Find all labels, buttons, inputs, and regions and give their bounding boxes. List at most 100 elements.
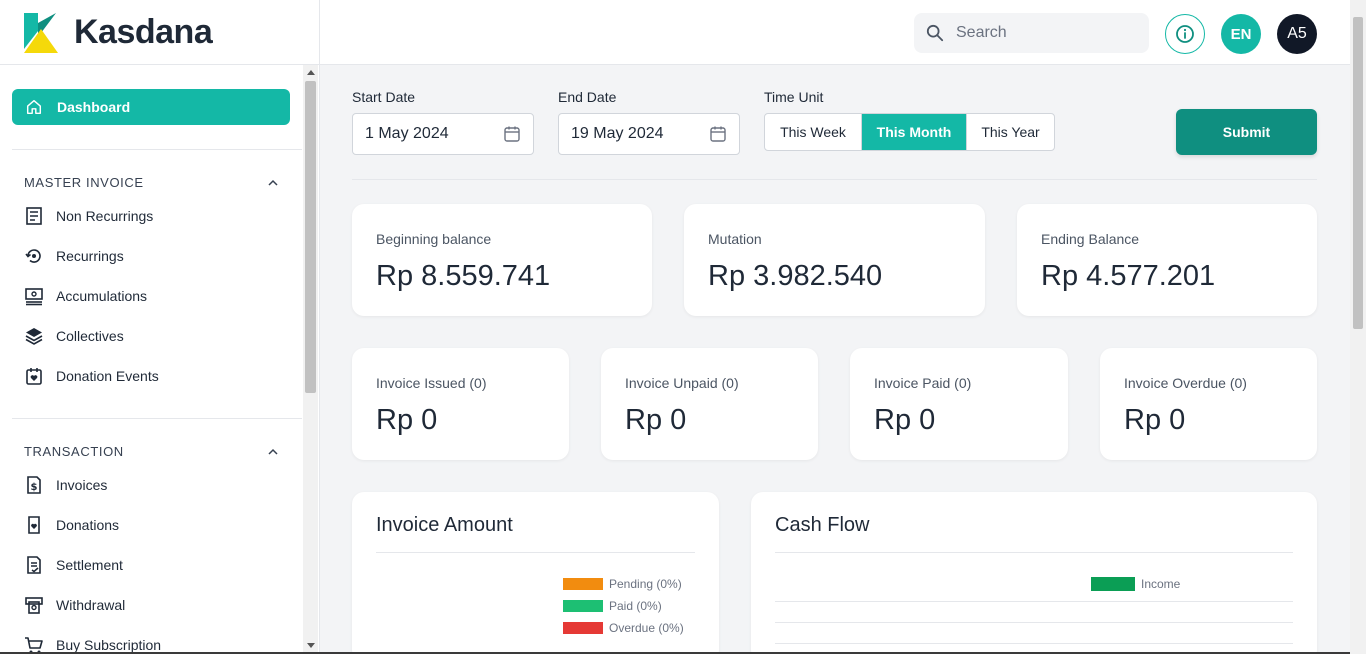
ending-balance-card: Ending Balance Rp 4.577.201: [1017, 204, 1317, 316]
legend-swatch: [1091, 577, 1135, 591]
sidebar-item-donations[interactable]: Donations: [24, 514, 119, 536]
sidebar-item-collectives[interactable]: Collectives: [24, 325, 124, 347]
withdrawal-icon: [25, 597, 43, 614]
card-value: Rp 3.982.540: [708, 260, 883, 292]
end-date-value: 19 May 2024: [571, 125, 664, 142]
chart-gridline: [775, 601, 1293, 602]
legend-swatch: [563, 600, 603, 612]
legend-paid[interactable]: Paid (0%): [563, 599, 662, 613]
sidebar-item-label: Donations: [56, 517, 120, 533]
panel-title: Cash Flow: [775, 514, 870, 536]
section-master-invoice[interactable]: MASTER INVOICE: [24, 175, 278, 190]
panel-title: Invoice Amount: [376, 514, 513, 536]
sidebar-scrollbar[interactable]: [303, 65, 318, 654]
card-value: Rp 0: [376, 404, 438, 436]
sidebar-item-label: Donation Events: [56, 368, 159, 384]
settlement-icon: [27, 556, 41, 574]
submit-button[interactable]: Submit: [1176, 109, 1317, 155]
section-title: TRANSACTION: [24, 444, 124, 459]
search-box[interactable]: [914, 13, 1149, 53]
sidebar-item-label: Recurrings: [56, 248, 124, 264]
donation-icon: [28, 516, 40, 534]
sidebar-item-label: Collectives: [56, 328, 124, 344]
receipt-icon: [26, 207, 42, 225]
layers-icon: [25, 328, 43, 345]
sidebar-item-buy-subscription[interactable]: Buy Subscription: [24, 634, 161, 654]
section-transaction[interactable]: TRANSACTION: [24, 444, 278, 459]
invoice-dollar-icon: $: [27, 476, 41, 494]
card-value: Rp 4.577.201: [1041, 260, 1216, 292]
legend-label: Paid (0%): [609, 599, 662, 613]
legend-label: Pending (0%): [609, 577, 682, 591]
kasdana-logo: [24, 12, 58, 53]
invoice-unpaid-card: Invoice Unpaid (0) Rp 0: [601, 348, 818, 460]
top-bar: Kasdana EN A5: [0, 0, 1350, 65]
calendar-icon[interactable]: [503, 125, 521, 143]
card-value: Rp 0: [874, 404, 936, 436]
sidebar-item-label: Buy Subscription: [56, 637, 162, 653]
sidebar-item-accumulations[interactable]: Accumulations: [24, 285, 147, 307]
card-label: Ending Balance: [1041, 231, 1140, 247]
card-value: Rp 8.559.741: [376, 260, 551, 292]
calendar-heart-icon: [26, 368, 42, 385]
sidebar-item-donation-events[interactable]: Donation Events: [24, 365, 159, 387]
invoice-paid-card: Invoice Paid (0) Rp 0: [850, 348, 1068, 460]
sidebar-item-dashboard[interactable]: Dashboard: [12, 89, 290, 125]
sidebar-item-non-recurrings[interactable]: Non Recurrings: [24, 205, 153, 227]
language-button[interactable]: EN: [1221, 14, 1261, 54]
legend-pending[interactable]: Pending (0%): [563, 577, 682, 591]
chart-gridline: [775, 643, 1293, 644]
legend-label: Overdue (0%): [609, 621, 684, 635]
scroll-down-arrow-icon[interactable]: [307, 643, 315, 648]
card-label: Mutation: [708, 231, 762, 247]
page-scrollbar[interactable]: [1350, 0, 1366, 654]
legend-label: Income: [1141, 577, 1181, 591]
start-date-label: Start Date: [352, 89, 416, 105]
divider: [376, 552, 695, 553]
end-date-input[interactable]: 19 May 2024: [558, 113, 740, 155]
sidebar-item-recurrings[interactable]: Recurrings: [24, 245, 124, 267]
info-icon: [1176, 25, 1194, 43]
time-unit-this-week[interactable]: This Week: [765, 114, 862, 150]
start-date-input[interactable]: 1 May 2024: [352, 113, 534, 155]
invoice-issued-card: Invoice Issued (0) Rp 0: [352, 348, 569, 460]
chevron-up-icon: [268, 448, 278, 455]
search-input[interactable]: [956, 24, 1136, 42]
legend-swatch: [563, 578, 603, 590]
invoice-overdue-card: Invoice Overdue (0) Rp 0: [1100, 348, 1317, 460]
scroll-up-arrow-icon[interactable]: [307, 70, 315, 75]
sidebar-item-invoices[interactable]: $ Invoices: [24, 474, 107, 496]
end-date-label: End Date: [558, 89, 617, 105]
page-scroll-thumb[interactable]: [1353, 17, 1363, 329]
avatar[interactable]: A5: [1277, 14, 1317, 54]
app-name: Kasdana: [74, 13, 213, 51]
card-label: Invoice Paid (0): [874, 375, 972, 391]
sidebar: Dashboard MASTER INVOICE Non Recurrings …: [0, 65, 320, 654]
time-unit-label: Time Unit: [764, 89, 824, 105]
info-button[interactable]: [1165, 14, 1205, 54]
svg-text:$: $: [31, 482, 38, 493]
divider: [12, 149, 302, 150]
divider: [352, 179, 1317, 180]
mutation-card: Mutation Rp 3.982.540: [684, 204, 985, 316]
brand[interactable]: Kasdana: [0, 0, 320, 65]
divider: [12, 418, 302, 419]
beginning-balance-card: Beginning balance Rp 8.559.741: [352, 204, 652, 316]
home-icon: [26, 99, 42, 115]
time-unit-this-year[interactable]: This Year: [967, 114, 1054, 150]
card-label: Invoice Unpaid (0): [625, 375, 739, 391]
sidebar-item-withdrawal[interactable]: Withdrawal: [24, 594, 125, 616]
legend-income[interactable]: Income: [1091, 577, 1180, 591]
sidebar-scroll-thumb[interactable]: [305, 81, 316, 393]
sidebar-item-settlement[interactable]: Settlement: [24, 554, 123, 576]
sidebar-item-label: Accumulations: [56, 288, 148, 304]
chart-gridline: [775, 622, 1293, 623]
legend-swatch: [563, 622, 603, 634]
legend-overdue[interactable]: Overdue (0%): [563, 621, 684, 635]
calendar-icon[interactable]: [709, 125, 727, 143]
time-unit-this-month[interactable]: This Month: [862, 114, 967, 150]
card-label: Invoice Overdue (0): [1124, 375, 1247, 391]
card-value: Rp 0: [625, 404, 687, 436]
card-label: Beginning balance: [376, 231, 492, 247]
time-unit-selector: This Week This Month This Year: [764, 113, 1055, 151]
